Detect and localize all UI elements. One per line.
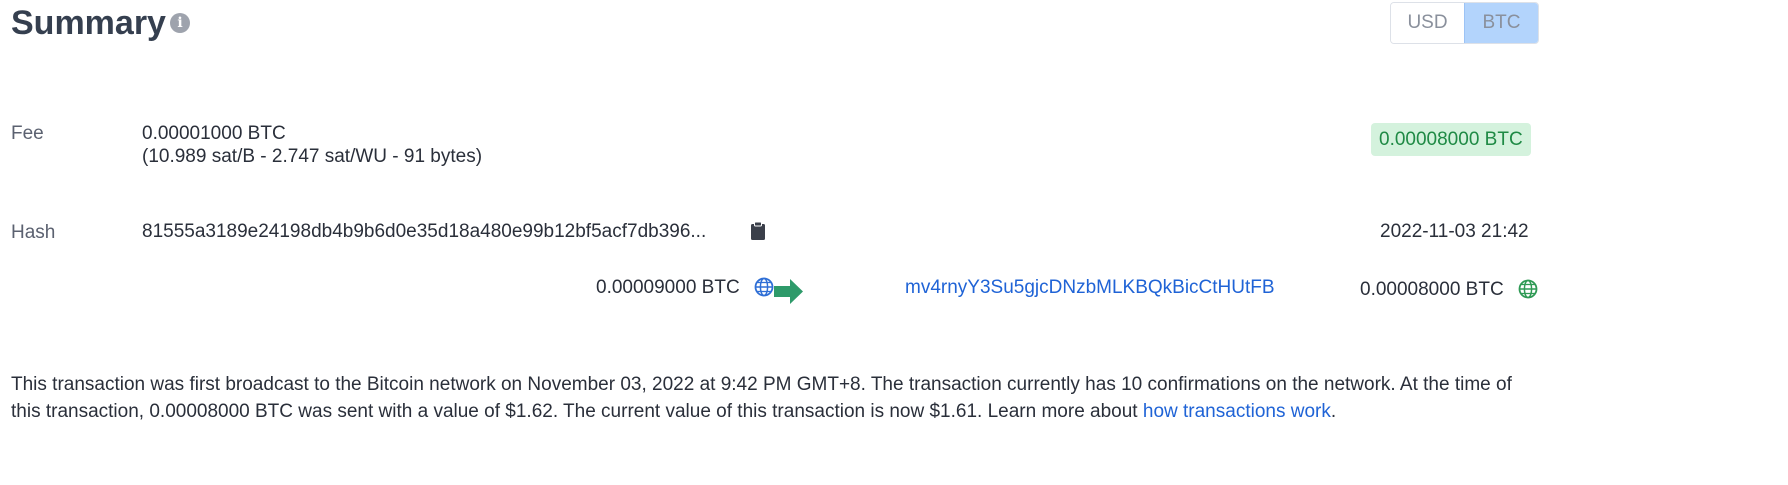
fee-label: Fee xyxy=(11,123,44,144)
output-amount: 0.00008000 BTC xyxy=(1360,279,1504,300)
output-address-link[interactable]: mv4rnyY3Su5gjcDNzbMLKBQkBicCtHUtFB xyxy=(905,277,1275,299)
page-title: Summary xyxy=(11,4,166,42)
globe-icon[interactable] xyxy=(754,277,774,297)
btc-toggle-button[interactable]: BTC xyxy=(1464,3,1538,43)
description-suffix: . xyxy=(1330,401,1337,422)
how-transactions-work-link[interactable]: how transactions work xyxy=(1143,401,1331,422)
currency-toggle: USD BTC xyxy=(1390,2,1539,44)
total-amount-badge: 0.00008000 BTC xyxy=(1371,123,1531,156)
input-amount: 0.00009000 BTC xyxy=(596,277,740,298)
info-circle-icon[interactable]: i xyxy=(170,13,190,33)
clipboard-icon[interactable] xyxy=(750,221,766,241)
transaction-timestamp: 2022-11-03 21:42 xyxy=(1380,221,1529,242)
fee-details: (10.989 sat/B - 2.747 sat/WU - 91 bytes) xyxy=(142,146,483,167)
hash-label: Hash xyxy=(11,222,56,243)
transaction-description: This transaction was first broadcast to … xyxy=(11,371,1541,425)
fee-amount: 0.00001000 BTC xyxy=(142,123,286,144)
fee-value: 0.00001000 BTC (10.989 sat/B - 2.747 sat… xyxy=(142,122,482,168)
transaction-hash[interactable]: 81555a3189e24198db4b9b6d0e35d18a480e99b1… xyxy=(142,221,706,243)
arrow-right-icon xyxy=(774,279,803,304)
usd-toggle-button[interactable]: USD xyxy=(1391,3,1464,43)
globe-icon[interactable] xyxy=(1518,279,1538,299)
